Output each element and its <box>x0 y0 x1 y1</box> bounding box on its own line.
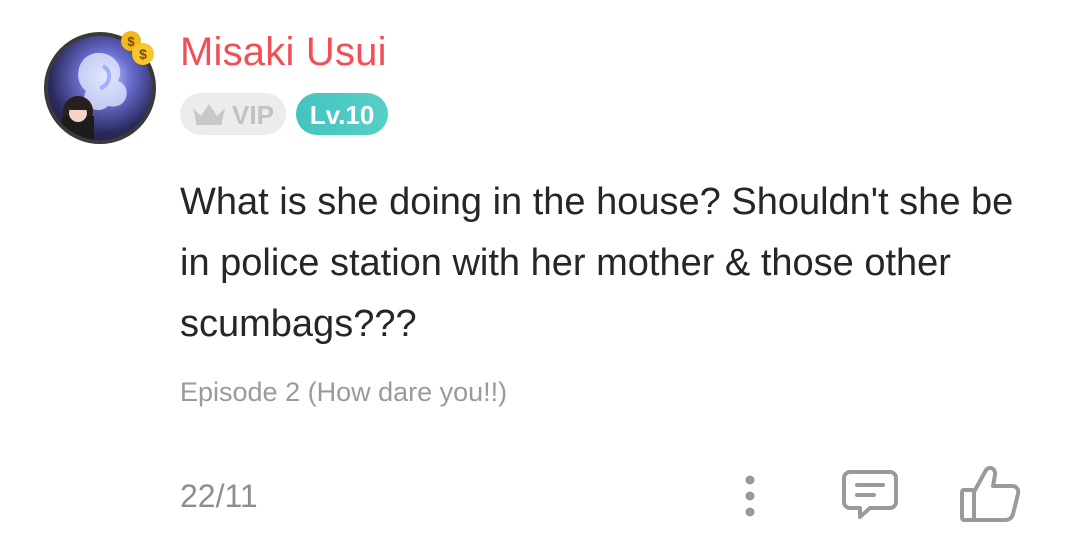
level-badge: Lv.10 <box>296 93 388 135</box>
money-bag-icon: $ $ <box>121 31 154 65</box>
svg-text:$: $ <box>127 34 135 49</box>
crown-icon <box>193 104 225 125</box>
comment-text: What is she doing in the house? Shouldn'… <box>180 181 1014 345</box>
comment-icon[interactable] <box>840 466 900 522</box>
more-vertical-icon[interactable] <box>730 472 770 520</box>
vip-badge: VIP <box>180 93 286 135</box>
vip-label: VIP <box>232 100 274 130</box>
level-label: Lv.10 <box>309 100 375 130</box>
comment-date: 22/11 <box>180 478 258 514</box>
svg-text:$: $ <box>139 46 147 62</box>
username[interactable]: Misaki Usui <box>180 30 387 75</box>
comment-card: $ $ Misaki Usui VIP Lv.10 What is she do… <box>0 0 1080 548</box>
episode-link[interactable]: Episode 2 (How dare you!!) <box>180 377 507 408</box>
thumbs-up-icon[interactable] <box>958 464 1022 524</box>
